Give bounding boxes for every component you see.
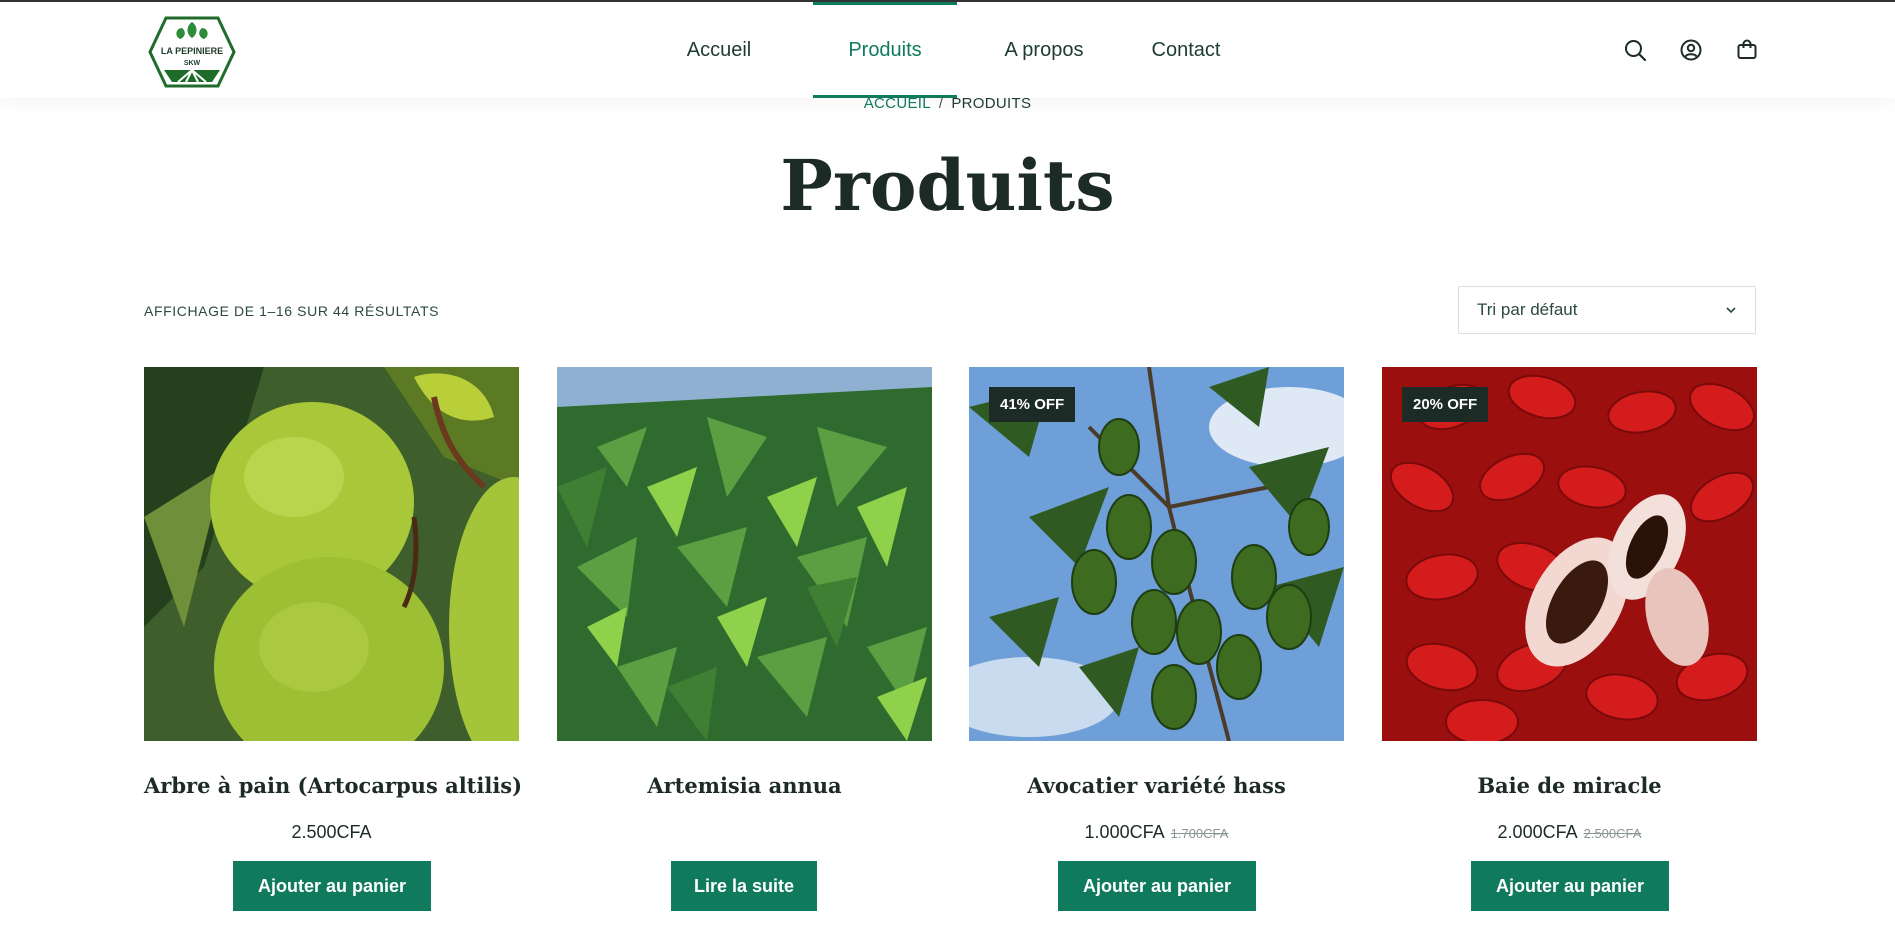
product-image[interactable]: 41% OFF [969, 367, 1344, 741]
product-name[interactable]: Baie de miracle [1382, 773, 1757, 798]
result-count: AFFICHAGE DE 1–16 SUR 44 RÉSULTATS [144, 303, 440, 319]
page-title: Produits [780, 144, 1115, 227]
site-header: LA PEPINIERE SKW Accueil Produits A prop… [0, 2, 1895, 98]
product-image[interactable] [557, 367, 932, 741]
breadcrumb-current: PRODUITS [951, 95, 1032, 112]
add-to-cart-button[interactable]: Ajouter au panier [1058, 861, 1256, 911]
chevron-down-icon [1726, 307, 1736, 314]
breadcrumb-home[interactable]: ACCUEIL [864, 95, 931, 112]
nav-accueil[interactable]: Accueil [660, 2, 778, 98]
sort-select[interactable]: Tri par défaut [1458, 286, 1756, 334]
product-name[interactable]: Arbre à pain (Artocarpus altilis) [144, 773, 522, 798]
nav-contact[interactable]: Contact [1127, 2, 1245, 98]
price-current: 2.500CFA [291, 822, 372, 842]
cart-icon[interactable] [1735, 38, 1759, 62]
nav-produits-label: Produits [848, 38, 922, 61]
price-current: 1.000CFA [1084, 822, 1165, 842]
price-current: 2.000CFA [1497, 822, 1578, 842]
product-price: 1.000CFA 1.700CFA [969, 822, 1344, 843]
sort-selected-value: Tri par défaut [1477, 300, 1578, 319]
nav-contact-label: Contact [1151, 38, 1221, 61]
logo-line2: SKW [184, 60, 201, 67]
price-old: 1.700CFA [1170, 826, 1229, 841]
nav-apropos[interactable]: A propos [985, 2, 1103, 98]
product-image[interactable] [144, 367, 519, 741]
price-old: 2.500CFA [1583, 826, 1642, 841]
product-price: 2.500CFA [144, 822, 519, 843]
read-more-button[interactable]: Lire la suite [671, 861, 817, 911]
add-to-cart-button[interactable]: Ajouter au panier [233, 861, 431, 911]
breadcrumb-separator: / [938, 95, 944, 112]
add-to-cart-button[interactable]: Ajouter au panier [1471, 861, 1669, 911]
logo-line1: LA PEPINIERE [161, 46, 223, 56]
site-logo[interactable]: LA PEPINIERE SKW [146, 12, 238, 92]
breadcrumb: ACCUEIL / PRODUITS [0, 95, 1895, 112]
account-icon[interactable] [1679, 38, 1703, 62]
main-nav: Accueil Produits A propos Contact [660, 2, 1245, 98]
sale-badge: 20% OFF [1402, 387, 1489, 422]
sale-badge: 41% OFF [989, 387, 1076, 422]
nav-produits[interactable]: Produits [813, 2, 957, 98]
product-image[interactable]: 20% OFF [1382, 367, 1757, 741]
product-price: 2.000CFA 2.500CFA [1382, 822, 1757, 843]
product-name[interactable]: Artemisia annua [557, 773, 932, 798]
product-name[interactable]: Avocatier variété hass [969, 773, 1344, 798]
nav-accueil-label: Accueil [686, 38, 752, 61]
nav-apropos-label: A propos [1004, 38, 1084, 61]
search-icon[interactable] [1623, 38, 1647, 62]
